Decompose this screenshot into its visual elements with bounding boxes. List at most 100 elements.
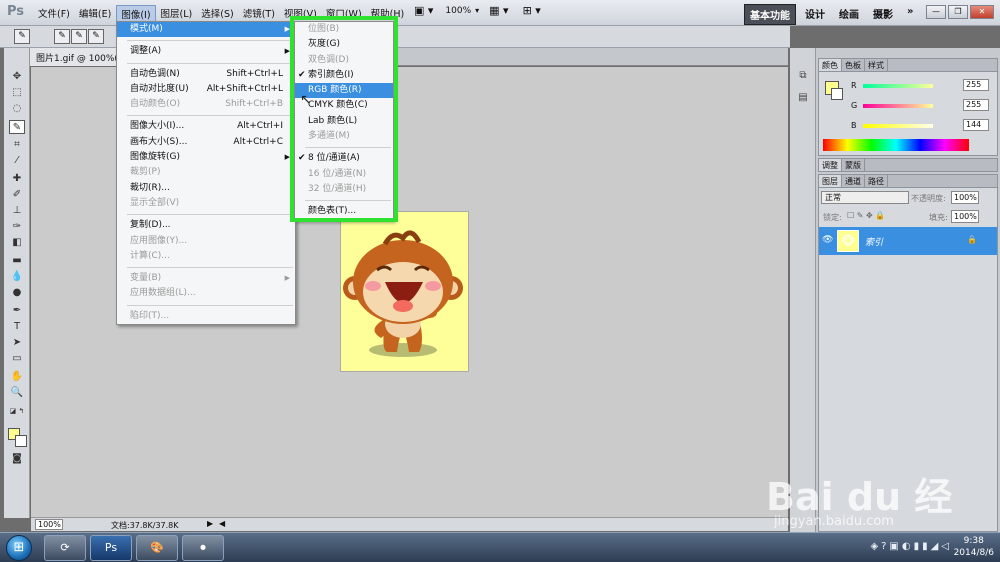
close-icon[interactable]: ✕ xyxy=(970,5,994,19)
tab-paths[interactable]: 路径 xyxy=(865,175,888,187)
image-menu-item[interactable]: 自动色调(N) Shift+Ctrl+L xyxy=(117,67,295,82)
layer-name[interactable]: 索引 xyxy=(865,235,883,248)
fill-input[interactable]: 100% xyxy=(951,210,979,223)
lock-icons[interactable]: ☐ ✎ ✥ 🔒 xyxy=(847,211,885,220)
document-tab[interactable]: 图片1.gif @ 100%(索引) xyxy=(30,48,120,66)
new-selection-icon[interactable]: ✎ xyxy=(54,29,70,44)
image-menu-item[interactable]: 调整(A) ▶ xyxy=(117,44,295,59)
eyedropper-tool-icon[interactable]: ⁄ xyxy=(9,154,25,168)
arrange-icon[interactable]: ▦ ▾ xyxy=(489,4,508,17)
status-menu-icon[interactable]: ▶ xyxy=(207,519,213,528)
taskbar-app-browser[interactable]: ⟳ xyxy=(44,535,86,561)
chevron-down-icon[interactable]: ▾ xyxy=(475,6,479,15)
start-button[interactable]: ⊞ xyxy=(6,535,32,561)
tab-masks[interactable]: 蒙版 xyxy=(842,159,865,171)
r-slider[interactable] xyxy=(863,84,933,88)
image-menu-item[interactable]: 裁切(R)... xyxy=(117,181,295,196)
image-menu-item: 裁剪(P) xyxy=(117,165,295,180)
menu-separator xyxy=(127,62,293,64)
layer-row[interactable]: 👁 🐵 索引 🔒 xyxy=(819,227,997,255)
workspace-design[interactable]: 设计 xyxy=(800,4,830,23)
tab-swatches[interactable]: 色板 xyxy=(842,59,865,71)
mode-menu-item[interactable]: ✔ 8 位/通道(A) xyxy=(295,151,393,166)
crop-tool-icon[interactable]: ⌗ xyxy=(9,138,25,152)
tab-color[interactable]: 颜色 xyxy=(819,59,842,71)
healing-tool-icon[interactable]: ✚ xyxy=(9,172,25,186)
history-brush-icon[interactable]: ✑ xyxy=(9,220,25,234)
panel-bg-swatch[interactable] xyxy=(831,88,843,100)
image-menu-item[interactable]: 复制(D)... xyxy=(117,218,295,233)
image-menu-item[interactable]: 图像大小(I)... Alt+Ctrl+I xyxy=(117,119,295,134)
menu-file[interactable]: 文件(F) xyxy=(34,5,74,23)
color-spectrum[interactable] xyxy=(823,139,969,151)
screen-mode-icon[interactable]: ▣ ▾ xyxy=(414,4,433,17)
shape-tool-icon[interactable]: ▭ xyxy=(9,352,25,366)
more-workspaces-icon[interactable]: » xyxy=(902,4,918,19)
brush-tool-icon[interactable]: ✐ xyxy=(9,188,25,202)
marquee-tool-icon[interactable]: ⬚ xyxy=(9,86,25,100)
tab-adjustments[interactable]: 调整 xyxy=(819,159,842,171)
mode-menu-item[interactable]: Lab 颜色(L) xyxy=(295,114,393,129)
mode-menu-item[interactable]: 颜色表(T)... xyxy=(295,204,393,219)
mode-menu-item[interactable]: 灰度(G) xyxy=(295,37,393,52)
r-value-input[interactable]: 255 xyxy=(963,79,989,91)
image-menu-item[interactable]: 画布大小(S)... Alt+Ctrl+C xyxy=(117,135,295,150)
move-tool-icon[interactable]: ✥ xyxy=(9,70,25,84)
mode-menu-item-label: 灰度(G) xyxy=(308,39,340,50)
blend-mode-select[interactable]: 正常 xyxy=(821,191,909,204)
scroll-left-icon[interactable]: ◀ xyxy=(219,519,225,528)
document-image[interactable] xyxy=(340,211,469,372)
taskbar-app-paint[interactable]: 🎨 xyxy=(136,535,178,561)
clock[interactable]: 9:38 2014/8/6 xyxy=(954,535,994,559)
properties-panel-icon[interactable]: ▤ xyxy=(795,92,811,106)
workspace-photography[interactable]: 摄影 xyxy=(868,4,898,23)
image-menu-item[interactable]: 模式(M) ▶ xyxy=(117,22,295,38)
b-slider[interactable] xyxy=(863,124,933,128)
eraser-tool-icon[interactable]: ◧ xyxy=(9,236,25,250)
zoom-level-input[interactable]: 100% xyxy=(35,519,63,530)
taskbar-app-recorder[interactable]: ⏺ xyxy=(182,535,224,561)
dodge-tool-icon[interactable]: ● xyxy=(9,286,25,300)
quick-select-tool-icon[interactable]: ✎ xyxy=(9,120,25,134)
tab-styles[interactable]: 样式 xyxy=(865,59,888,71)
lasso-tool-icon[interactable]: ◌ xyxy=(9,102,25,116)
history-panel-icon[interactable]: ⧉ xyxy=(795,70,811,84)
g-slider[interactable] xyxy=(863,104,933,108)
subtract-selection-icon[interactable]: ✎ xyxy=(88,29,104,44)
mode-menu-item-label: 颜色表(T)... xyxy=(308,206,357,217)
quick-mask-icon[interactable]: ◙ xyxy=(9,452,25,466)
zoom-tool-icon[interactable]: 🔍 xyxy=(9,386,25,400)
menu-edit[interactable]: 编辑(E) xyxy=(75,5,115,23)
system-tray-icons[interactable]: ◈?▣◐▮▮◢◁ xyxy=(870,541,952,552)
path-select-icon[interactable]: ➤ xyxy=(9,336,25,350)
add-selection-icon[interactable]: ✎ xyxy=(71,29,87,44)
brush-preset-icon[interactable]: ✎ xyxy=(14,29,30,44)
eye-icon[interactable]: 👁 xyxy=(822,235,833,245)
image-menu-item[interactable]: 图像旋转(G) ▶ xyxy=(117,150,295,165)
gradient-tool-icon[interactable]: ▬ xyxy=(9,254,25,268)
stamp-tool-icon[interactable]: ⊥ xyxy=(9,204,25,218)
pen-tool-icon[interactable]: ✒ xyxy=(9,304,25,318)
b-value-input[interactable]: 144 xyxy=(963,119,989,131)
mode-menu-item[interactable]: ✔ 索引颜色(I) xyxy=(295,68,393,83)
opacity-input[interactable]: 100% xyxy=(951,191,979,204)
hand-tool-icon[interactable]: ✋ xyxy=(9,370,25,384)
zoom-select[interactable]: 100% xyxy=(445,6,471,16)
blur-tool-icon[interactable]: 💧 xyxy=(9,270,25,284)
mode-menu-item: 位图(B) xyxy=(295,22,393,37)
swap-colors-icon[interactable]: ◪ ↰ xyxy=(9,404,25,418)
extras-icon[interactable]: ⊞ ▾ xyxy=(523,4,541,17)
color-panel-tabs: 颜色 色板 样式 xyxy=(819,59,997,72)
g-value-input[interactable]: 255 xyxy=(963,99,989,111)
workspace-essentials[interactable]: 基本功能 xyxy=(744,4,796,25)
minimize-icon[interactable]: — xyxy=(926,5,946,19)
workspace-painting[interactable]: 绘画 xyxy=(834,4,864,23)
image-menu-item[interactable]: 自动对比度(U) Alt+Shift+Ctrl+L xyxy=(117,82,295,97)
background-color[interactable] xyxy=(15,435,27,447)
taskbar-app-photoshop[interactable]: Ps xyxy=(90,535,132,561)
status-bar: 100% 文档:37.8K/37.8K ▶ ◀ xyxy=(31,517,788,531)
tab-channels[interactable]: 通道 xyxy=(842,175,865,187)
type-tool-icon[interactable]: T xyxy=(9,320,25,334)
tab-layers[interactable]: 图层 xyxy=(819,175,842,187)
restore-icon[interactable]: ❐ xyxy=(948,5,968,19)
